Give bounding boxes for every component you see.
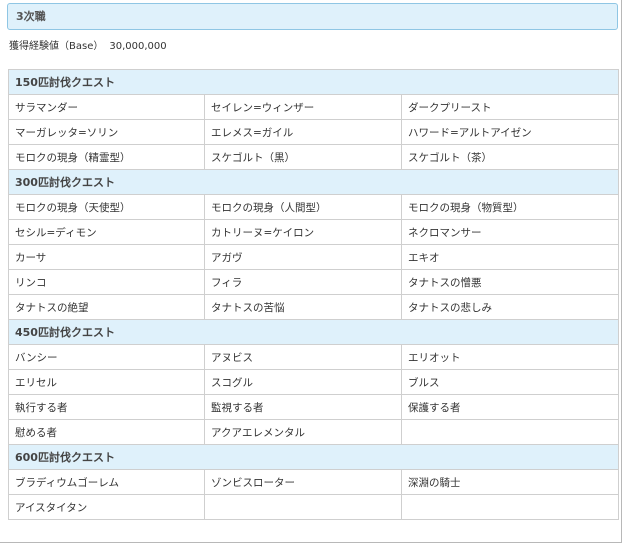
monster-cell: ブラディウムゴーレム <box>8 469 205 495</box>
monster-cell: 慰める者 <box>8 419 205 445</box>
monster-cell: マーガレッタ=ソリン <box>8 119 205 145</box>
empty-cell <box>204 494 402 520</box>
table-row: セシル=ディモン カトリーヌ=ケイロン ネクロマンサー <box>8 219 619 245</box>
monster-cell: 執行する者 <box>8 394 205 420</box>
group-header: 150匹討伐クエスト <box>8 69 619 95</box>
monster-cell: アヌビス <box>204 344 402 370</box>
table-row: モロクの現身（精霊型） スケゴルト（黒） スケゴルト（茶） <box>8 144 619 170</box>
monster-cell: カーサ <box>8 244 205 270</box>
monster-cell: ネクロマンサー <box>401 219 619 245</box>
monster-cell: モロクの現身（物質型） <box>401 194 619 220</box>
monster-cell: フィラ <box>204 269 402 295</box>
monster-cell: ハワード=アルトアイゼン <box>401 119 619 145</box>
section-heading: 3次職 <box>7 3 618 30</box>
monster-cell: アガヴ <box>204 244 402 270</box>
table-row: マーガレッタ=ソリン エレメス=ガイル ハワード=アルトアイゼン <box>8 119 619 145</box>
monster-cell: タナトスの苦悩 <box>204 294 402 320</box>
table-row: リンコ フィラ タナトスの憎悪 <box>8 269 619 295</box>
monster-cell: 監視する者 <box>204 394 402 420</box>
table-row: 慰める者 アクアエレメンタル <box>8 419 619 445</box>
monster-cell: 深淵の騎士 <box>401 469 619 495</box>
table-row: サラマンダー セイレン=ウィンザー ダークプリースト <box>8 94 619 120</box>
table-row: ブラディウムゴーレム ゾンビスローター 深淵の騎士 <box>8 469 619 495</box>
monster-cell: ブルス <box>401 369 619 395</box>
table-row: 執行する者 監視する者 保護する者 <box>8 394 619 420</box>
experience-value: 30,000,000 <box>109 41 167 52</box>
monster-cell: アイスタイタン <box>8 494 205 520</box>
monster-cell: モロクの現身（人間型） <box>204 194 402 220</box>
experience-label: 獲得経験値（Base） <box>9 41 104 52</box>
monster-cell: スケゴルト（茶） <box>401 144 619 170</box>
monster-cell: エキオ <box>401 244 619 270</box>
monster-cell: ダークプリースト <box>401 94 619 120</box>
group-title: 450匹討伐クエスト <box>8 319 619 345</box>
group-header: 600匹討伐クエスト <box>8 444 619 470</box>
monster-cell: エレメス=ガイル <box>204 119 402 145</box>
group-title: 150匹討伐クエスト <box>8 69 619 95</box>
monster-cell: ゾンビスローター <box>204 469 402 495</box>
group-header: 300匹討伐クエスト <box>8 169 619 195</box>
table-row: バンシー アヌビス エリオット <box>8 344 619 370</box>
monster-cell: エリセル <box>8 369 205 395</box>
monster-cell: バンシー <box>8 344 205 370</box>
monster-cell: 保護する者 <box>401 394 619 420</box>
empty-cell <box>401 494 619 520</box>
monster-cell: スコグル <box>204 369 402 395</box>
table-row: カーサ アガヴ エキオ <box>8 244 619 270</box>
group-title: 600匹討伐クエスト <box>8 444 619 470</box>
monster-cell: リンコ <box>8 269 205 295</box>
experience-line: 獲得経験値（Base） 30,000,000 <box>9 40 167 54</box>
table-row: モロクの現身（天使型） モロクの現身（人間型） モロクの現身（物質型） <box>8 194 619 220</box>
table-row: エリセル スコグル ブルス <box>8 369 619 395</box>
quest-table: 150匹討伐クエスト サラマンダー セイレン=ウィンザー ダークプリースト マー… <box>8 69 619 520</box>
group-header: 450匹討伐クエスト <box>8 319 619 345</box>
empty-cell <box>401 419 619 445</box>
group-title: 300匹討伐クエスト <box>8 169 619 195</box>
monster-cell: セシル=ディモン <box>8 219 205 245</box>
monster-cell: タナトスの絶望 <box>8 294 205 320</box>
table-row: タナトスの絶望 タナトスの苦悩 タナトスの悲しみ <box>8 294 619 320</box>
monster-cell: サラマンダー <box>8 94 205 120</box>
monster-cell: スケゴルト（黒） <box>204 144 402 170</box>
table-row: アイスタイタン <box>8 494 619 520</box>
monster-cell: セイレン=ウィンザー <box>204 94 402 120</box>
monster-cell: タナトスの憎悪 <box>401 269 619 295</box>
monster-cell: モロクの現身（天使型） <box>8 194 205 220</box>
monster-cell: アクアエレメンタル <box>204 419 402 445</box>
monster-cell: エリオット <box>401 344 619 370</box>
monster-cell: タナトスの悲しみ <box>401 294 619 320</box>
monster-cell: モロクの現身（精霊型） <box>8 144 205 170</box>
monster-cell: カトリーヌ=ケイロン <box>204 219 402 245</box>
